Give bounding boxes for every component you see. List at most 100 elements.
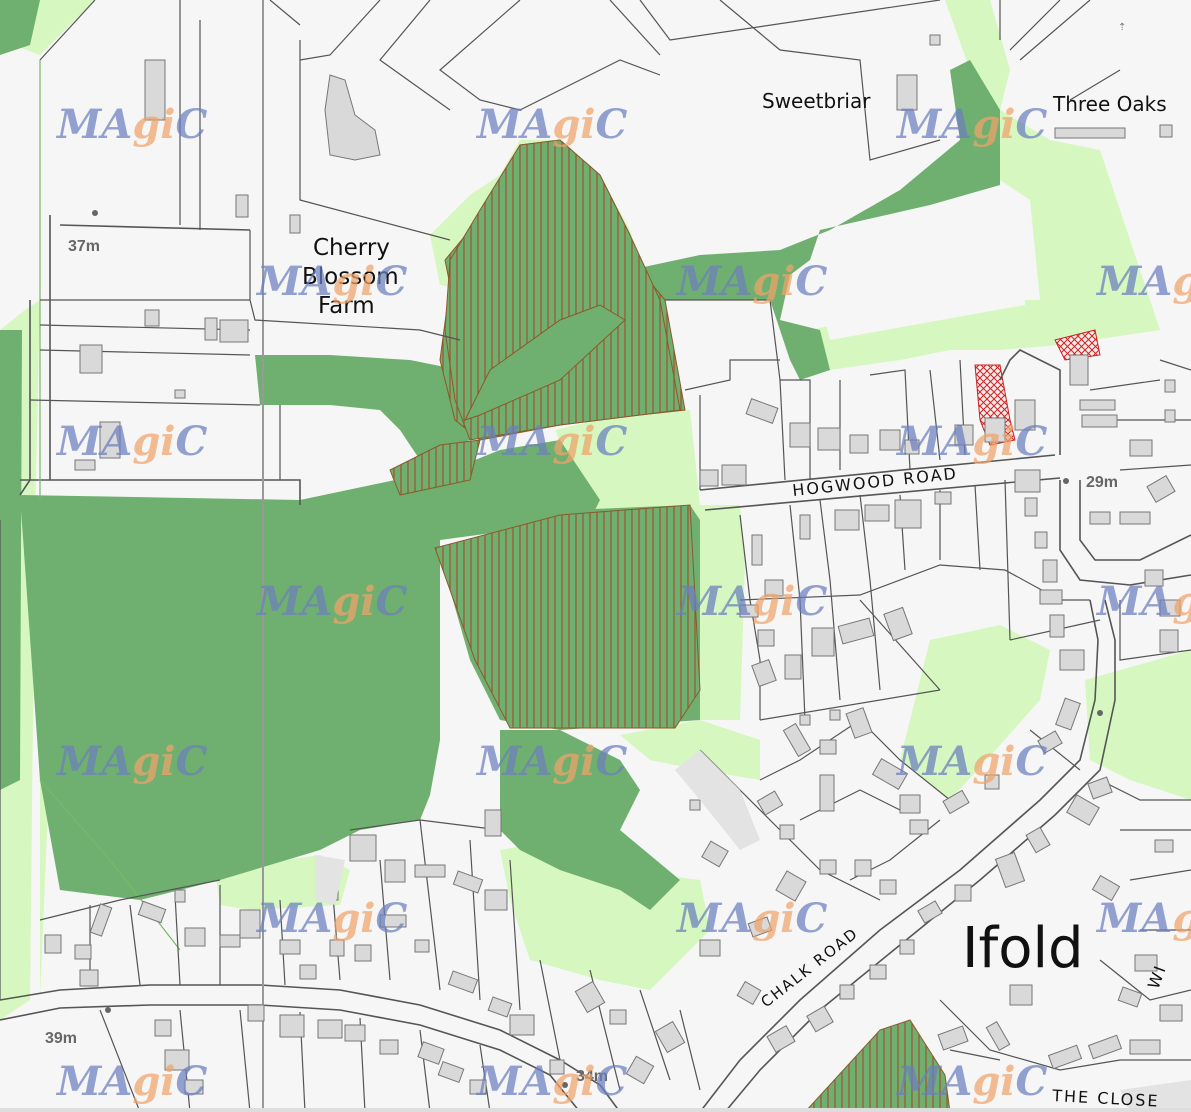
building <box>799 714 811 726</box>
building <box>1164 379 1176 393</box>
building <box>1042 559 1058 583</box>
building <box>1081 414 1118 428</box>
building <box>74 944 92 960</box>
watermark-logo: MAgiC <box>475 101 627 148</box>
building <box>829 709 841 721</box>
spot-height-marker <box>92 210 98 216</box>
building <box>609 1009 627 1025</box>
building <box>689 799 701 811</box>
building <box>1119 511 1151 525</box>
building <box>869 964 887 980</box>
building <box>247 1004 265 1022</box>
building <box>899 794 921 814</box>
map-svg: Sweetbriar Three Oaks Cherry Blossom Far… <box>0 0 1191 1112</box>
building <box>779 824 795 840</box>
spot-height-marker <box>1063 478 1069 484</box>
watermark-logo: MAgiC <box>675 258 827 305</box>
watermark-logo: MAgiC <box>895 101 1047 148</box>
building <box>414 864 446 878</box>
building <box>1129 439 1153 457</box>
building <box>849 434 869 454</box>
building <box>279 1014 305 1038</box>
building <box>349 834 377 862</box>
building <box>1069 354 1089 386</box>
building <box>484 889 508 911</box>
building <box>839 984 855 1000</box>
building <box>44 934 62 954</box>
building <box>1159 629 1179 653</box>
building <box>819 739 837 755</box>
watermark-logo: MAgiC <box>895 738 1047 785</box>
watermark-logo: MAgiC <box>475 738 627 785</box>
spot-height-39m: 39m <box>45 1030 77 1047</box>
building <box>699 939 721 957</box>
building <box>817 427 841 451</box>
spot-height-marker <box>1097 710 1103 716</box>
watermark-logo: MAgiC <box>1095 258 1191 305</box>
watermark-logo: MAgiC <box>675 895 827 942</box>
building <box>1129 1039 1161 1055</box>
building <box>1159 1004 1183 1022</box>
building <box>1039 589 1063 605</box>
building <box>344 1024 366 1042</box>
watermark-logo: MAgiC <box>475 1058 627 1105</box>
building <box>1154 839 1174 853</box>
building <box>219 319 249 343</box>
place-label-ifold: Ifold <box>962 916 1084 981</box>
building <box>204 317 218 341</box>
building <box>1049 614 1065 638</box>
spot-height-37m: 37m <box>68 238 100 255</box>
map-bottom-border <box>0 1108 1191 1112</box>
building <box>784 654 802 680</box>
building <box>894 499 922 529</box>
watermark-logo: MAgiC <box>55 738 207 785</box>
watermark-logo: MAgiC <box>1095 578 1191 625</box>
watermark-logo: MAgiC <box>55 1058 207 1105</box>
building <box>174 889 186 903</box>
building <box>934 491 952 505</box>
building <box>721 464 747 486</box>
watermark-logo: MAgiC <box>895 418 1047 465</box>
building <box>699 469 719 487</box>
building <box>354 944 372 962</box>
building <box>954 884 972 902</box>
building <box>79 344 103 374</box>
building <box>819 774 835 812</box>
building <box>899 939 915 955</box>
building <box>79 969 99 987</box>
building <box>279 939 301 955</box>
building <box>757 629 775 647</box>
building <box>864 504 890 522</box>
building <box>384 859 406 883</box>
building <box>414 939 430 953</box>
watermark-logo: MAgiC <box>255 895 407 942</box>
watermark-logo: MAgiC <box>55 418 207 465</box>
building <box>799 514 811 540</box>
building <box>811 627 835 657</box>
watermark-logo: MAgiC <box>55 101 207 148</box>
building <box>879 879 897 895</box>
building <box>174 389 186 399</box>
building <box>329 939 345 957</box>
place-label-three-oaks: Three Oaks <box>1052 92 1167 116</box>
building <box>1054 127 1126 139</box>
watermark-logo: MAgiC <box>1095 895 1191 942</box>
building <box>789 422 811 448</box>
building <box>235 194 249 218</box>
building <box>184 927 206 947</box>
watermark-logo: MAgiC <box>895 1058 1047 1105</box>
place-label-sweetbriar: Sweetbriar <box>762 89 871 113</box>
building <box>854 859 872 877</box>
watermark-logo: MAgiC <box>675 578 827 625</box>
building <box>1034 531 1048 549</box>
building <box>1059 649 1085 671</box>
spot-height-marker <box>105 1007 111 1013</box>
building <box>1009 984 1033 1006</box>
watermark-logo: MAgiC <box>255 258 407 305</box>
building <box>144 309 160 327</box>
spot-height-29m: 29m <box>1086 474 1118 491</box>
building <box>1164 409 1176 423</box>
map-canvas[interactable]: Sweetbriar Three Oaks Cherry Blossom Far… <box>0 0 1191 1112</box>
building <box>1014 469 1041 493</box>
building <box>154 1019 172 1037</box>
